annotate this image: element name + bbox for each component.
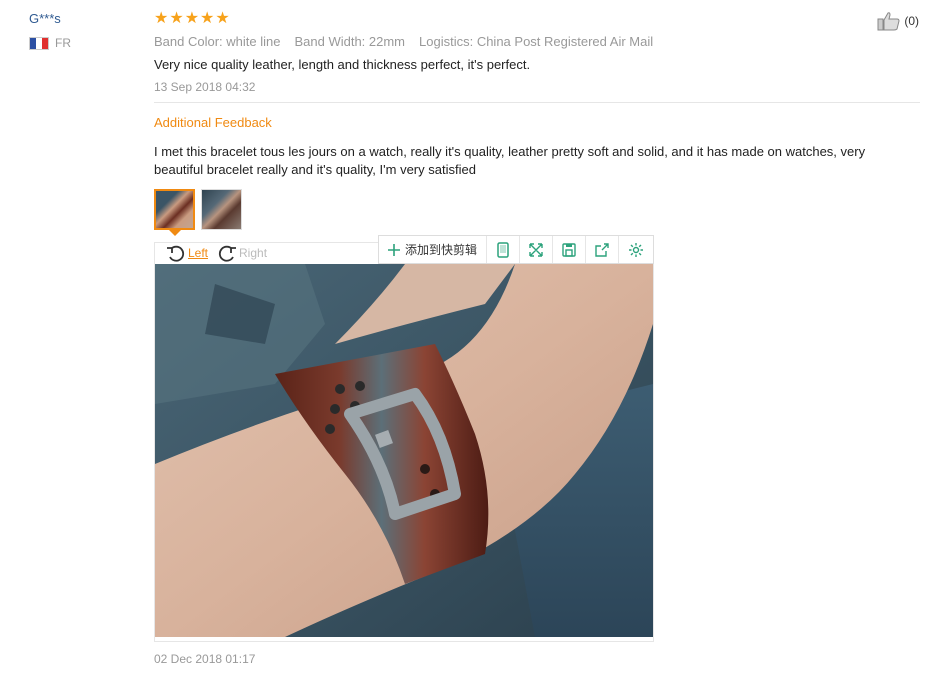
photo-thumbnails — [154, 189, 920, 236]
share-icon[interactable] — [594, 242, 610, 258]
star-icon: ★ — [184, 10, 200, 27]
rotate-left-button[interactable]: Left — [165, 243, 208, 263]
additional-feedback-text: I met this bracelet tous les jours on a … — [154, 144, 866, 177]
add-to-clip-button[interactable]: 添加到快剪辑 — [379, 236, 488, 263]
expand-button[interactable] — [520, 236, 554, 263]
share-button[interactable] — [586, 236, 620, 263]
order-attributes: Band Color: white line Band Width: 22mm … — [154, 34, 920, 49]
rotate-controls: Left Right — [165, 243, 267, 263]
star-icon: ★ — [154, 10, 169, 27]
star-icon: ★ — [200, 10, 215, 27]
attribute-band-width: Band Width: 22mm — [294, 34, 406, 49]
france-flag-icon — [29, 36, 49, 50]
photo-thumbnail[interactable] — [154, 189, 195, 230]
attribute-logistics: Logistics: China Post Registered Air Mai… — [419, 34, 654, 49]
rotate-right-icon[interactable] — [216, 243, 238, 263]
settings-icon[interactable] — [628, 242, 644, 258]
country-code: FR — [55, 36, 71, 50]
additional-feedback-title: Additional Feedback — [154, 115, 272, 130]
divider — [154, 102, 920, 103]
reviewer-name[interactable]: G***s — [29, 11, 139, 26]
review-text: Very nice quality leather, length and th… — [154, 57, 531, 72]
save-button[interactable] — [553, 236, 587, 263]
settings-button[interactable] — [619, 236, 652, 263]
rotate-left-label[interactable]: Left — [188, 246, 208, 260]
clip-toolbar: 添加到快剪辑 — [378, 235, 654, 264]
review-date: 13 Sep 2018 04:32 — [154, 80, 256, 94]
star-rating: ★ ★ ★ ★ ★ — [154, 10, 920, 28]
thumbnail-pointer — [169, 230, 181, 236]
phone-icon[interactable] — [496, 241, 510, 258]
expand-icon[interactable] — [528, 242, 544, 258]
attribute-band-color: Band Color: white line — [154, 34, 281, 49]
photo-viewer: Left Right 添加到快剪辑 — [154, 235, 654, 642]
phone-button[interactable] — [487, 236, 521, 263]
rotate-left-icon[interactable] — [165, 243, 187, 263]
reviewer-info: G***s FR — [29, 11, 139, 50]
additional-feedback-date: 02 Dec 2018 01:17 — [154, 652, 256, 666]
rotate-right-label[interactable]: Right — [239, 246, 267, 260]
star-icon: ★ — [215, 10, 230, 27]
reviewer-country: FR — [29, 36, 139, 50]
save-icon[interactable] — [561, 242, 577, 258]
plus-icon — [388, 243, 400, 256]
photo-thumbnail[interactable] — [201, 189, 242, 230]
add-to-clip-label: 添加到快剪辑 — [405, 243, 478, 257]
review-body: ★ ★ ★ ★ ★ Band Color: white line Band Wi… — [154, 10, 920, 236]
rotate-right-button[interactable]: Right — [216, 243, 267, 263]
review-photo-image — [155, 264, 653, 637]
star-icon: ★ — [169, 10, 184, 27]
review-photo — [155, 264, 653, 637]
